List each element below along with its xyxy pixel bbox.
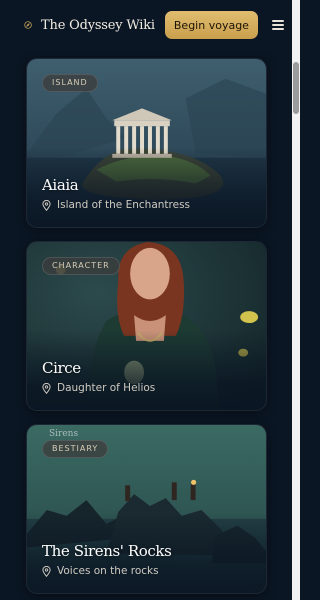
category-badge: ISLAND [42,74,98,92]
card-circe[interactable]: CHARACTER Circe Daughter of Helios [26,241,267,411]
map-pin-icon [42,565,51,577]
art-caption: Sirens [49,429,79,439]
compass-icon[interactable] [24,17,32,33]
card-subtitle-row: Voices on the rocks [42,565,159,577]
card-sirens-rocks[interactable]: Sirens BESTIARY The Sirens' Rocks Voices… [26,424,267,594]
card-subtitle: Voices on the rocks [57,565,159,577]
card-title[interactable]: The Sirens' Rocks [42,542,172,560]
card-aiaia[interactable]: ISLAND Aiaia Island of the Enchantress [26,58,267,228]
card-title[interactable]: Aiaia [42,176,79,194]
card-subtitle: Island of the Enchantress [57,199,191,211]
site-header: The Odyssey Wiki Begin voyage [0,0,292,50]
map-pin-icon [42,382,51,394]
card-subtitle-row: Daughter of Helios [42,382,155,394]
begin-voyage-button[interactable]: Begin voyage [164,11,258,39]
hamburger-menu-icon[interactable] [271,20,284,30]
card-title[interactable]: Circe [42,359,81,377]
card-subtitle: Daughter of Helios [57,382,156,394]
category-badge: CHARACTER [42,257,120,275]
category-badge: BESTIARY [42,440,109,458]
card-subtitle-row: Island of the Enchantress [42,199,190,211]
map-pin-icon [42,199,51,211]
scrollbar-thumb[interactable] [293,62,299,114]
site-brand[interactable]: The Odyssey Wiki [41,18,155,33]
